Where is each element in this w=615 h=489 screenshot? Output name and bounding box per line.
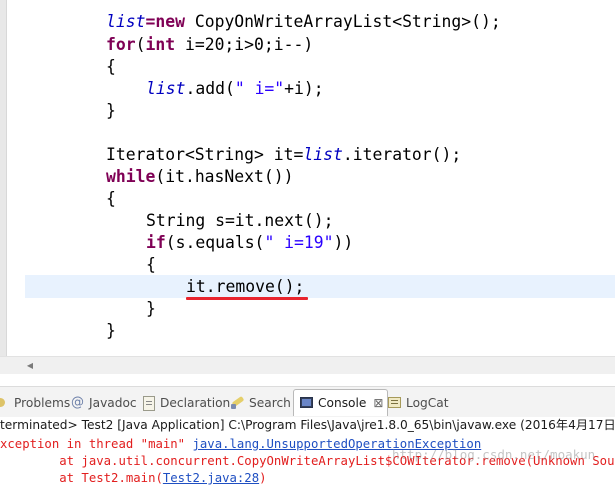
console-text: at Test2.main( xyxy=(0,471,163,485)
code-line-6: Iterator<String> it=list.iterator(); xyxy=(106,144,461,166)
code-string: " i=19" xyxy=(264,233,334,252)
view-separator xyxy=(0,374,615,386)
red-underline-mark xyxy=(186,297,308,300)
code-line-4: list.add(" i="+i); xyxy=(146,78,324,100)
console-text: at java.util.concurrent.CopyOnWriteArray… xyxy=(0,454,615,468)
console-view[interactable]: terminated> Test2 [Java Application] C:\… xyxy=(0,417,615,489)
code-line-1: list=new CopyOnWriteArrayList<String>(); xyxy=(106,11,501,33)
tab-label: Console xyxy=(318,396,367,410)
code-line-9: String s=it.next(); xyxy=(146,210,334,232)
code-text: i=20;i>0;i--) xyxy=(175,35,314,54)
code-text: Iterator<String> it= xyxy=(106,145,304,164)
view-tab-bar: Problems @ Javadoc Declaration Search Co… xyxy=(0,386,615,418)
console-text: ) xyxy=(259,471,267,485)
code-keyword: for xyxy=(106,35,136,54)
tab-label: Search xyxy=(249,396,291,410)
code-line-8: { xyxy=(106,188,116,210)
code-line-14: } xyxy=(106,320,116,342)
code-text: (it.hasNext()) xyxy=(155,167,294,186)
code-text: +i); xyxy=(284,79,324,98)
close-icon[interactable]: ⊠ xyxy=(373,396,383,410)
tab-javadoc[interactable]: @ Javadoc xyxy=(70,393,137,413)
code-text: .add( xyxy=(185,79,235,98)
code-text: { xyxy=(106,57,116,76)
code-editor[interactable]: list=new CopyOnWriteArrayList<String>();… xyxy=(0,0,615,356)
code-text: } xyxy=(106,101,116,120)
tab-logcat[interactable]: LogCat xyxy=(387,393,449,413)
scroll-left-arrow-icon[interactable]: ◀ xyxy=(24,360,36,371)
console-text: xception in thread "main" xyxy=(0,437,193,451)
exception-link[interactable]: java.lang.UnsupportedOperationException xyxy=(193,437,482,451)
code-field: list xyxy=(303,145,343,164)
tab-declaration[interactable]: Declaration xyxy=(141,393,230,413)
editor-gutter xyxy=(0,0,7,356)
code-text: .iterator(); xyxy=(342,145,462,164)
tab-problems[interactable]: Problems xyxy=(0,393,70,413)
code-line-12: it.remove(); xyxy=(186,276,304,298)
tab-label: Problems xyxy=(14,396,71,410)
code-line-11: { xyxy=(146,254,156,276)
tab-label: LogCat xyxy=(406,396,449,410)
current-line-highlight xyxy=(25,275,615,298)
code-field: list xyxy=(106,12,146,31)
code-line-3: { xyxy=(106,56,116,78)
code-line-2: for(int i=20;i>0;i--) xyxy=(106,34,313,56)
source-link[interactable]: Test2.java:28 xyxy=(163,471,259,485)
problems-icon xyxy=(0,396,10,410)
code-line-13: } xyxy=(146,298,156,320)
editor-horizontal-scrollbar[interactable]: ◀ xyxy=(0,356,615,374)
code-text: )) xyxy=(333,233,354,252)
console-stack-line: at Test2.main(Test2.java:28) xyxy=(0,470,267,487)
code-text: ( xyxy=(135,35,146,54)
code-text: CopyOnWriteArrayList<String>(); xyxy=(184,12,501,31)
code-line-5: } xyxy=(106,100,116,122)
code-line-7: while(it.hasNext()) xyxy=(106,166,294,188)
code-text: it.remove(); xyxy=(186,277,305,296)
console-process-header: terminated> Test2 [Java Application] C:\… xyxy=(0,418,615,432)
declaration-icon xyxy=(141,396,156,411)
code-text: { xyxy=(146,255,156,274)
tab-search[interactable]: Search xyxy=(230,393,291,413)
code-line-10: if(s.equals(" i=19")) xyxy=(146,232,353,254)
code-field: list xyxy=(146,79,186,98)
code-keyword: int xyxy=(145,35,176,54)
code-text: } xyxy=(146,299,156,318)
code-keyword: while xyxy=(106,167,156,186)
code-text: { xyxy=(106,189,116,208)
console-error-line: xception in thread "main" java.lang.Unsu… xyxy=(0,436,481,453)
logcat-icon xyxy=(387,396,402,410)
javadoc-icon: @ xyxy=(71,395,84,410)
code-text: String s=it.next(); xyxy=(146,211,334,230)
code-keyword: if xyxy=(146,233,166,252)
code-text: } xyxy=(106,321,116,340)
console-icon xyxy=(299,396,314,410)
search-icon xyxy=(230,396,245,410)
code-keyword: =new xyxy=(145,12,185,31)
code-string: " i=" xyxy=(234,79,285,98)
code-text: (s.equals( xyxy=(165,233,265,252)
eclipse-window: list=new CopyOnWriteArrayList<String>();… xyxy=(0,0,615,489)
console-stack-line: at java.util.concurrent.CopyOnWriteArray… xyxy=(0,453,615,470)
tab-label: Declaration xyxy=(160,396,231,410)
tab-label: Javadoc xyxy=(89,396,137,410)
tab-console[interactable]: Console ⊠ xyxy=(293,389,389,416)
